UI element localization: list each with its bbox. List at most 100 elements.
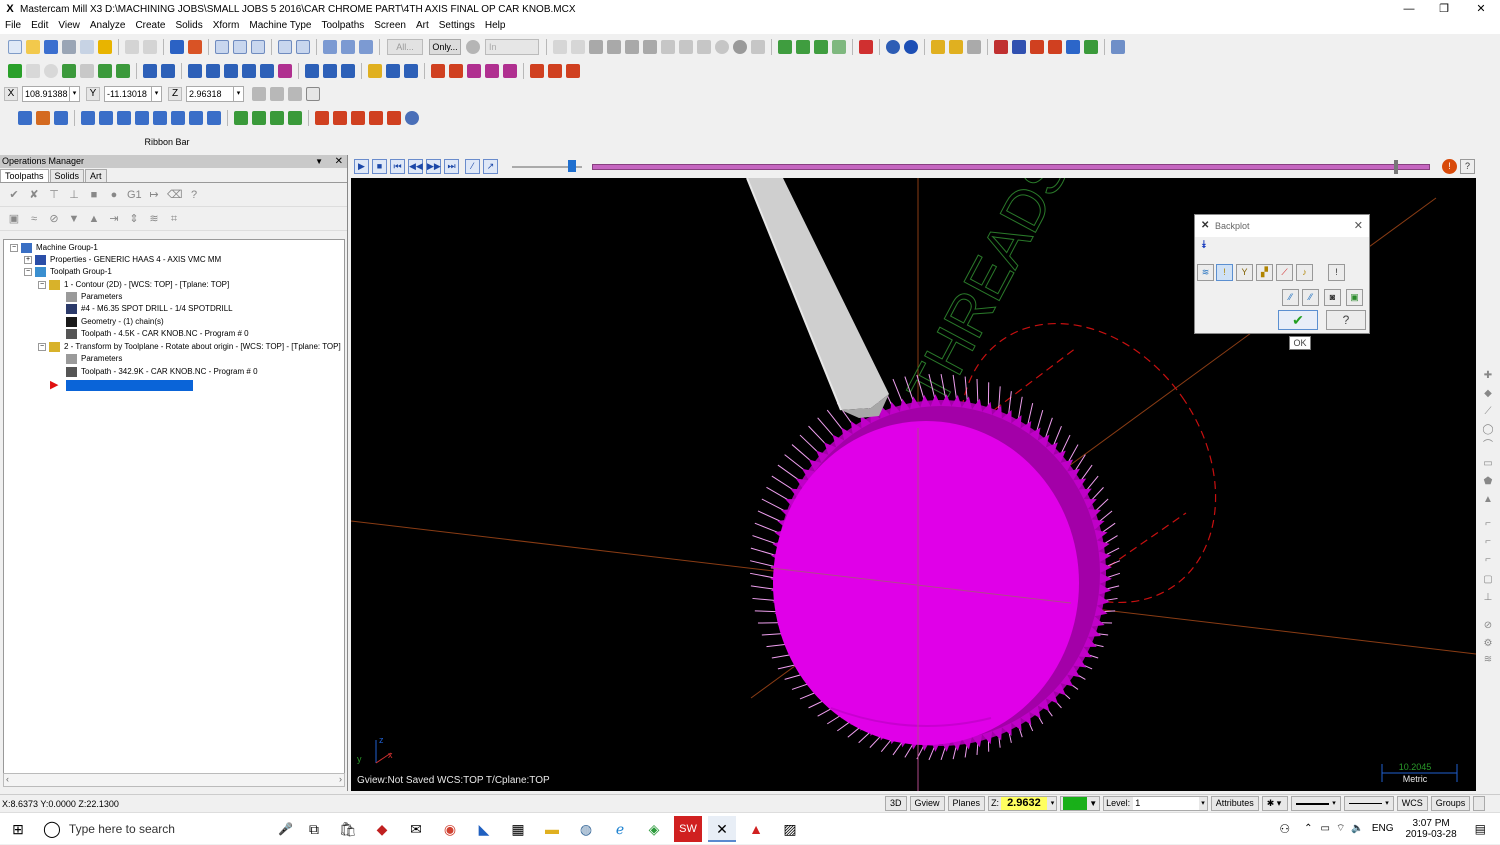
- hexagon-3-icon[interactable]: [643, 40, 657, 54]
- tree-horizontal-scrollbar[interactable]: ‹ ›: [3, 773, 345, 787]
- view-cube-3-icon[interactable]: [814, 40, 828, 54]
- toolpath-10-icon[interactable]: [189, 111, 203, 125]
- color-swatch[interactable]: 2: [1063, 797, 1087, 810]
- tab-solids[interactable]: Solids: [50, 169, 85, 182]
- tree-toolpath-1[interactable]: Toolpath - 4.5K - CAR KNOB.NC - Program …: [66, 328, 249, 340]
- verify-icon[interactable]: [323, 40, 337, 54]
- regen-dirty-icon[interactable]: ⊥: [67, 188, 81, 202]
- tool-display-icon[interactable]: ↗: [483, 159, 498, 174]
- calculator-icon[interactable]: ▦: [504, 816, 532, 842]
- people-icon[interactable]: ⚇: [1279, 822, 1290, 836]
- view-cube-4-icon[interactable]: [832, 40, 846, 54]
- brush-icon[interactable]: [949, 40, 963, 54]
- menu-solids[interactable]: Solids: [170, 18, 207, 34]
- fast-point-icon[interactable]: [252, 87, 266, 101]
- sphere-icon[interactable]: [733, 40, 747, 54]
- zoom-window-icon[interactable]: [233, 40, 247, 54]
- minimize-button[interactable]: —: [1392, 0, 1426, 18]
- right-tool-15-icon[interactable]: ⚙: [1481, 638, 1495, 650]
- right-tool-10-icon[interactable]: ⌐: [1481, 536, 1495, 548]
- clock[interactable]: 3:07 PM 2019-03-28: [1406, 818, 1457, 840]
- options-icon[interactable]: ⁄⁄: [1302, 289, 1319, 306]
- tool-red-icon[interactable]: [994, 40, 1008, 54]
- app-blue-icon[interactable]: ◣: [470, 816, 498, 842]
- toolpath-15-icon[interactable]: [288, 111, 302, 125]
- tree-machine-group[interactable]: − Machine Group-1: [10, 242, 98, 254]
- surface-1-icon[interactable]: [431, 64, 445, 78]
- collapse-icon[interactable]: −: [10, 244, 18, 252]
- dialog-help-button[interactable]: ?: [1326, 310, 1366, 330]
- cube-shaded-icon[interactable]: [589, 40, 603, 54]
- toolpath-2-icon[interactable]: [36, 111, 50, 125]
- tool-red2-icon[interactable]: [1048, 40, 1062, 54]
- toolpath-21-icon[interactable]: [405, 111, 419, 125]
- lock-icon[interactable]: ▣: [7, 212, 21, 226]
- create-fillet-icon[interactable]: [62, 64, 76, 78]
- step-back-icon[interactable]: ◀◀: [408, 159, 423, 174]
- expand-dialog-icon[interactable]: ⯯: [1197, 239, 1211, 252]
- surface-5-icon[interactable]: [503, 64, 517, 78]
- notifications-icon[interactable]: ▤: [1475, 822, 1486, 836]
- panel-close-icon[interactable]: ✕: [335, 155, 343, 168]
- backplot-help-icon[interactable]: ?: [1460, 159, 1475, 174]
- arc-icon[interactable]: [679, 40, 693, 54]
- surface-3-icon[interactable]: [467, 64, 481, 78]
- x-dropdown-icon[interactable]: ▾: [70, 86, 80, 102]
- surface-2-icon[interactable]: [449, 64, 463, 78]
- point-style-select[interactable]: ✱ ▾: [1262, 796, 1288, 811]
- mail-icon[interactable]: ✉: [402, 816, 430, 842]
- zoom-selected-icon[interactable]: [296, 40, 310, 54]
- chrome-icon[interactable]: ◉: [436, 816, 464, 842]
- toolpath-18-icon[interactable]: [351, 111, 365, 125]
- x-label[interactable]: X: [4, 87, 18, 101]
- select-all-ops-icon[interactable]: ✔: [7, 188, 21, 202]
- language-indicator[interactable]: ENG: [1372, 823, 1394, 834]
- toolpath-8-icon[interactable]: [153, 111, 167, 125]
- tab-toolpaths[interactable]: Toolpaths: [0, 169, 49, 182]
- insert-arrow-icon[interactable]: ⇥: [107, 212, 121, 226]
- status-more-icon[interactable]: [1473, 796, 1485, 811]
- 3d-button[interactable]: 3D: [885, 796, 907, 811]
- new-file-icon[interactable]: [8, 40, 22, 54]
- app-red-icon[interactable]: ◆: [368, 816, 396, 842]
- volume-icon[interactable]: 🔈: [1351, 823, 1363, 834]
- create-line-icon[interactable]: [26, 64, 40, 78]
- expand-icon[interactable]: +: [24, 256, 32, 264]
- y-label[interactable]: Y: [86, 87, 100, 101]
- backplot-close-icon[interactable]: ✕: [1354, 215, 1363, 237]
- level-dropdown-icon[interactable]: ▾: [1201, 797, 1205, 810]
- speed-slider-thumb[interactable]: [568, 160, 576, 172]
- globe-view-icon[interactable]: [886, 40, 900, 54]
- stop-conditions-icon[interactable]: !: [1442, 159, 1457, 174]
- tab-art[interactable]: Art: [85, 169, 107, 182]
- menu-edit[interactable]: Edit: [26, 18, 53, 34]
- toolpath-1-icon[interactable]: [18, 111, 32, 125]
- toolpath-3-icon[interactable]: [54, 111, 68, 125]
- menu-file[interactable]: File: [0, 18, 26, 34]
- tree-geometry[interactable]: Geometry - (1) chain(s): [66, 316, 164, 328]
- select-all-button[interactable]: All...: [387, 39, 423, 55]
- save-icon[interactable]: [44, 40, 58, 54]
- move-up-icon[interactable]: ▲: [87, 212, 101, 226]
- solid-1-icon[interactable]: [368, 64, 382, 78]
- tray-chevron-icon[interactable]: ⌃: [1304, 823, 1312, 834]
- tree-parameters-2[interactable]: Parameters: [66, 353, 122, 365]
- regen-ops-icon[interactable]: ⊤: [47, 188, 61, 202]
- select-only-button[interactable]: Only...: [429, 39, 461, 55]
- tree-toolpath-2[interactable]: Toolpath - 342.9K - CAR KNOB.NC - Progra…: [66, 366, 258, 378]
- taskbar-search-box[interactable]: ◯ Type here to search 🎤: [35, 813, 297, 845]
- gview-button[interactable]: Gview: [910, 796, 945, 811]
- right-tool-14-icon[interactable]: ⊘: [1481, 620, 1495, 632]
- level-field[interactable]: 1: [1133, 797, 1199, 810]
- z-depth-dropdown-icon[interactable]: ▾: [1051, 797, 1055, 810]
- hexagon-2-icon[interactable]: [625, 40, 639, 54]
- toolpath-5-icon[interactable]: [99, 111, 113, 125]
- red-cube-icon[interactable]: [859, 40, 873, 54]
- trim-icon[interactable]: [143, 64, 157, 78]
- restore-button[interactable]: ❐: [1427, 0, 1461, 18]
- right-tool-12-icon[interactable]: ▢: [1481, 574, 1495, 586]
- x-coordinate-field[interactable]: 108.91388: [22, 86, 70, 102]
- planes-button[interactable]: Planes: [948, 796, 986, 811]
- single-op-icon[interactable]: ⌗: [167, 212, 181, 226]
- print-preview-icon[interactable]: [80, 40, 94, 54]
